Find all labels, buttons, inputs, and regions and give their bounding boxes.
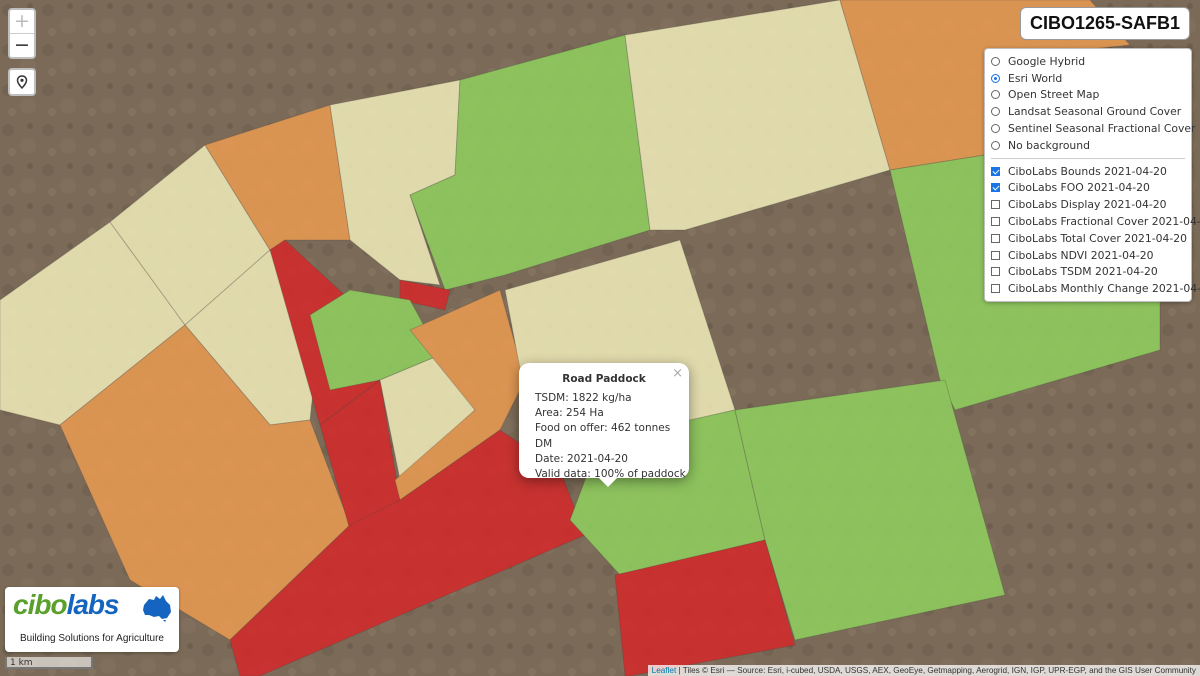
map-pin-icon [16, 75, 28, 89]
cibolabs-logo: cibolabs Building Solutions for Agricult… [5, 587, 179, 652]
base-layer-row[interactable]: Open Street Map [985, 87, 1191, 104]
overlay-layer-row[interactable]: CiboLabs Display 2021-04-20 [985, 196, 1191, 213]
overlay-layer-row[interactable]: CiboLabs Total Cover 2021-04-20 [985, 230, 1191, 247]
logo-word-labs: labs [66, 589, 120, 620]
base-layer-radio[interactable] [991, 73, 1000, 83]
popup-close-button[interactable]: × [672, 366, 683, 381]
overlay-layer-row[interactable]: CiboLabs TSDM 2021-04-20 [985, 264, 1191, 281]
overlay-layer-label: CiboLabs Bounds 2021-04-20 [1008, 164, 1167, 178]
overlay-checkbox[interactable] [991, 233, 1000, 243]
layer-control: Google Hybrid Esri World Open Street Map La… [984, 48, 1200, 303]
base-layer-label: Google Hybrid [1008, 54, 1086, 68]
base-layer-row[interactable]: Sentinel Seasonal Fractional Cover [985, 120, 1196, 137]
paddock-popup: × Road Paddock TSDM: 1822 kg/ha Area: 25… [519, 363, 689, 480]
overlay-layer-row[interactable]: CiboLabs NDVI 2021-04-20 [985, 247, 1191, 264]
base-layer-radio[interactable] [991, 90, 1000, 100]
overlay-layer-label: CiboLabs Fractional Cover 2021-04-20 [1008, 215, 1200, 229]
australia-map-icon [143, 595, 171, 622]
overlay-checkbox[interactable] [991, 200, 1000, 210]
overlay-layer-label: CiboLabs Monthly Change 2021-04-20 [1008, 282, 1200, 296]
overlay-checkbox[interactable] [991, 183, 1000, 193]
popup-title: Road Paddock [562, 373, 646, 385]
base-layer-label: Esri World [1008, 71, 1063, 85]
base-layer-row[interactable]: Landsat Seasonal Ground Cover [985, 103, 1191, 120]
locate-button[interactable] [8, 68, 36, 96]
overlay-layer-row[interactable]: CiboLabs Fractional Cover 2021-04-20 [985, 213, 1200, 230]
base-layer-radio[interactable] [991, 124, 1000, 134]
overlay-layer-label: CiboLabs NDVI 2021-04-20 [1008, 248, 1154, 262]
overlay-checkbox[interactable] [991, 166, 1000, 176]
overlay-layer-row[interactable]: CiboLabs FOO 2021-04-20 [985, 180, 1191, 197]
popup-food-on-offer: Food on offer: 462 tonnes DM [535, 422, 671, 450]
base-layer-radio[interactable] [991, 107, 1000, 117]
overlay-checkbox[interactable] [991, 217, 1000, 227]
zoom-in-button[interactable]: + [10, 10, 34, 33]
scale-bar: 1 km [5, 657, 93, 669]
overlay-layer-label: CiboLabs Display 2021-04-20 [1008, 198, 1167, 212]
popup-date: Date: 2021-04-20 [535, 452, 628, 465]
logo-wordmark: cibolabs [13, 589, 120, 621]
overlay-layer-label: CiboLabs TSDM 2021-04-20 [1008, 265, 1158, 279]
base-layer-label: No background [1008, 138, 1090, 152]
overlay-layer-row[interactable]: CiboLabs Bounds 2021-04-20 [985, 163, 1191, 180]
popup-tsdm: TSDM: 1822 kg/ha [535, 392, 632, 404]
layer-divider [991, 157, 1185, 159]
base-layer-row[interactable]: Esri World [985, 70, 1191, 87]
leaflet-link[interactable]: Leaflet [652, 666, 677, 675]
base-layer-radio[interactable] [991, 140, 1000, 150]
overlay-layer-label: CiboLabs Total Cover 2021-04-20 [1008, 231, 1187, 245]
overlay-layer-label: CiboLabs FOO 2021-04-20 [1008, 181, 1150, 195]
base-layer-list: Google Hybrid Esri World Open Street Map La… [985, 53, 1196, 154]
attribution-text: | Tiles © Esri — Source: Esri, i-cubed, … [676, 666, 1197, 675]
overlay-checkbox[interactable] [991, 267, 1000, 277]
map-attribution: Leaflet | Tiles © Esri — Source: Esri, i… [647, 665, 1200, 676]
zoom-control: + − [8, 8, 36, 59]
popup-area: Area: 254 Ha [535, 407, 604, 420]
overlay-layer-list: CiboLabs Bounds 2021-04-20 CiboLabs FOO 2… [985, 163, 1200, 297]
popup-tip [598, 477, 618, 487]
base-layer-label: Sentinel Seasonal Fractional Cover [1008, 122, 1196, 136]
site-code-badge: CIBO1265-SAFB1 [1019, 7, 1190, 40]
logo-tagline: Building Solutions for Agriculture [20, 633, 164, 644]
overlay-checkbox[interactable] [991, 250, 1000, 260]
base-layer-label: Landsat Seasonal Ground Cover [1008, 105, 1182, 119]
zoom-out-button[interactable]: − [10, 33, 34, 57]
base-layer-label: Open Street Map [1008, 88, 1100, 102]
base-layer-row[interactable]: No background [985, 137, 1191, 154]
overlay-layer-row[interactable]: CiboLabs Monthly Change 2021-04-20 [985, 280, 1200, 297]
base-layer-radio[interactable] [991, 56, 1000, 66]
overlay-checkbox[interactable] [991, 284, 1000, 294]
base-layer-row[interactable]: Google Hybrid [985, 53, 1191, 70]
logo-word-cibo: cibo [13, 589, 68, 620]
